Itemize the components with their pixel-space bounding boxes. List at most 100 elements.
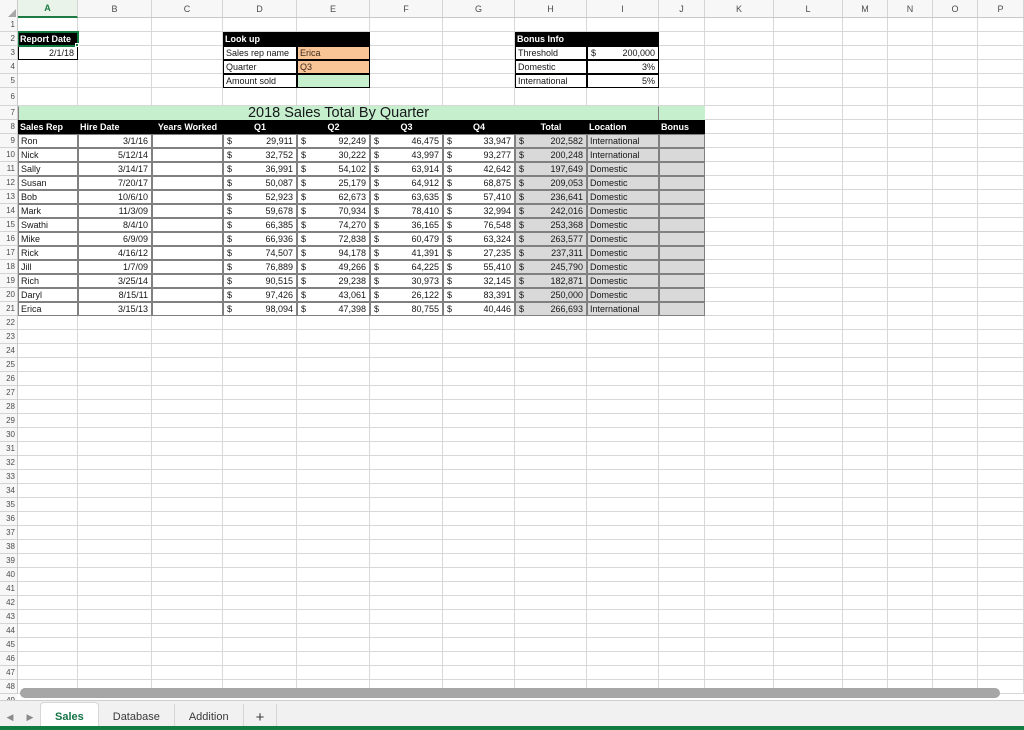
table-cell-location[interactable]: International [587, 134, 659, 148]
table-header-location[interactable]: Location [587, 120, 659, 134]
row-header-21[interactable]: 21 [0, 302, 17, 316]
table-cell-q4[interactable]: 55,410 $ [443, 260, 515, 274]
row-header-26[interactable]: 26 [0, 372, 17, 386]
row-header-5[interactable]: 5 [0, 74, 17, 88]
table-cell-q1[interactable]: 29,911 $ [223, 134, 297, 148]
table-cell-bonus[interactable] [659, 288, 705, 302]
table-cell-q1[interactable]: 98,094 $ [223, 302, 297, 316]
table-cell-q4[interactable]: 40,446 $ [443, 302, 515, 316]
table-cell-q4[interactable]: 57,410 $ [443, 190, 515, 204]
table-cell-location[interactable]: Domestic [587, 260, 659, 274]
row-header-41[interactable]: 41 [0, 582, 17, 596]
row-header-10[interactable]: 10 [0, 148, 17, 162]
table-cell-hire-date[interactable]: 3/1/16 [78, 134, 152, 148]
row-header-48[interactable]: 48 [0, 680, 17, 694]
table-cell-q2[interactable]: 62,673 $ [297, 190, 370, 204]
row-header-22[interactable]: 22 [0, 316, 17, 330]
table-cell-bonus[interactable] [659, 232, 705, 246]
row-header-3[interactable]: 3 [0, 46, 17, 60]
worksheet-grid[interactable]: Report Date 2/1/18 Look up Sales rep name Er… [18, 18, 1024, 694]
table-cell-rep[interactable]: Erica [18, 302, 78, 316]
table-cell-location[interactable]: Domestic [587, 288, 659, 302]
column-header-b[interactable]: B [78, 0, 152, 17]
bonus-info-value-0[interactable]: 200,000 $ [587, 46, 659, 60]
table-cell-hire-date[interactable]: 3/25/14 [78, 274, 152, 288]
row-header-6[interactable]: 6 [0, 88, 17, 106]
table-cell-q4[interactable]: 32,145 $ [443, 274, 515, 288]
table-cell-q4[interactable]: 42,642 $ [443, 162, 515, 176]
row-header-39[interactable]: 39 [0, 554, 17, 568]
table-cell-location[interactable]: Domestic [587, 190, 659, 204]
bonus-info-value-1[interactable]: 3% [587, 60, 659, 74]
row-header-23[interactable]: 23 [0, 330, 17, 344]
column-header-a[interactable]: A [18, 0, 78, 18]
table-cell-bonus[interactable] [659, 218, 705, 232]
table-cell-q4[interactable]: 76,548 $ [443, 218, 515, 232]
table-cell-q3[interactable]: 60,479 $ [370, 232, 443, 246]
table-cell-total[interactable]: 182,871 $ [515, 274, 587, 288]
table-cell-q2[interactable]: 43,061 $ [297, 288, 370, 302]
row-header-12[interactable]: 12 [0, 176, 17, 190]
table-cell-location[interactable]: Domestic [587, 162, 659, 176]
row-header-2[interactable]: 2 [0, 32, 17, 46]
table-cell-hire-date[interactable]: 8/15/11 [78, 288, 152, 302]
table-cell-location[interactable]: International [587, 148, 659, 162]
column-header-n[interactable]: N [888, 0, 933, 17]
table-cell-q2[interactable]: 30,222 $ [297, 148, 370, 162]
row-header-30[interactable]: 30 [0, 428, 17, 442]
row-header-43[interactable]: 43 [0, 610, 17, 624]
table-cell-total[interactable]: 250,000 $ [515, 288, 587, 302]
row-header-16[interactable]: 16 [0, 232, 17, 246]
table-cell-total[interactable]: 197,649 $ [515, 162, 587, 176]
row-header-1[interactable]: 1 [0, 18, 17, 32]
table-header-total[interactable]: Total [515, 120, 587, 134]
table-cell-total[interactable]: 236,641 $ [515, 190, 587, 204]
table-cell-hire-date[interactable]: 11/3/09 [78, 204, 152, 218]
table-cell-bonus[interactable] [659, 302, 705, 316]
column-header-m[interactable]: M [843, 0, 888, 17]
table-cell-rep[interactable]: Mark [18, 204, 78, 218]
row-header-36[interactable]: 36 [0, 512, 17, 526]
row-header-34[interactable]: 34 [0, 484, 17, 498]
table-cell-years-worked[interactable] [152, 190, 223, 204]
table-cell-q4[interactable]: 32,994 $ [443, 204, 515, 218]
row-header-19[interactable]: 19 [0, 274, 17, 288]
table-cell-years-worked[interactable] [152, 204, 223, 218]
table-cell-bonus[interactable] [659, 134, 705, 148]
column-header-f[interactable]: F [370, 0, 443, 17]
fill-handle[interactable] [75, 43, 79, 47]
table-cell-years-worked[interactable] [152, 134, 223, 148]
table-cell-q2[interactable]: 92,249 $ [297, 134, 370, 148]
table-cell-total[interactable]: 242,016 $ [515, 204, 587, 218]
table-cell-q3[interactable]: 36,165 $ [370, 218, 443, 232]
table-cell-q3[interactable]: 30,973 $ [370, 274, 443, 288]
table-cell-hire-date[interactable]: 7/20/17 [78, 176, 152, 190]
row-header-46[interactable]: 46 [0, 652, 17, 666]
table-cell-q1[interactable]: 74,507 $ [223, 246, 297, 260]
table-cell-total[interactable]: 209,053 $ [515, 176, 587, 190]
table-cell-location[interactable]: Domestic [587, 246, 659, 260]
table-cell-total[interactable]: 237,311 $ [515, 246, 587, 260]
table-cell-rep[interactable]: Susan [18, 176, 78, 190]
table-cell-hire-date[interactable]: 8/4/10 [78, 218, 152, 232]
column-header-o[interactable]: O [933, 0, 978, 17]
row-header-37[interactable]: 37 [0, 526, 17, 540]
table-cell-q4[interactable]: 63,324 $ [443, 232, 515, 246]
row-header-15[interactable]: 15 [0, 218, 17, 232]
table-cell-hire-date[interactable]: 6/9/09 [78, 232, 152, 246]
table-cell-bonus[interactable] [659, 274, 705, 288]
row-header-24[interactable]: 24 [0, 344, 17, 358]
table-cell-hire-date[interactable]: 4/16/12 [78, 246, 152, 260]
table-cell-bonus[interactable] [659, 176, 705, 190]
row-header-45[interactable]: 45 [0, 638, 17, 652]
table-cell-hire-date[interactable]: 10/6/10 [78, 190, 152, 204]
table-header-bonus[interactable]: Bonus [659, 120, 705, 134]
table-cell-years-worked[interactable] [152, 302, 223, 316]
row-header-44[interactable]: 44 [0, 624, 17, 638]
select-all-corner[interactable] [0, 0, 18, 18]
table-cell-years-worked[interactable] [152, 162, 223, 176]
column-header-e[interactable]: E [297, 0, 370, 17]
table-cell-q1[interactable]: 97,426 $ [223, 288, 297, 302]
table-cell-years-worked[interactable] [152, 218, 223, 232]
lookup-amount-sold-input[interactable] [297, 74, 370, 88]
